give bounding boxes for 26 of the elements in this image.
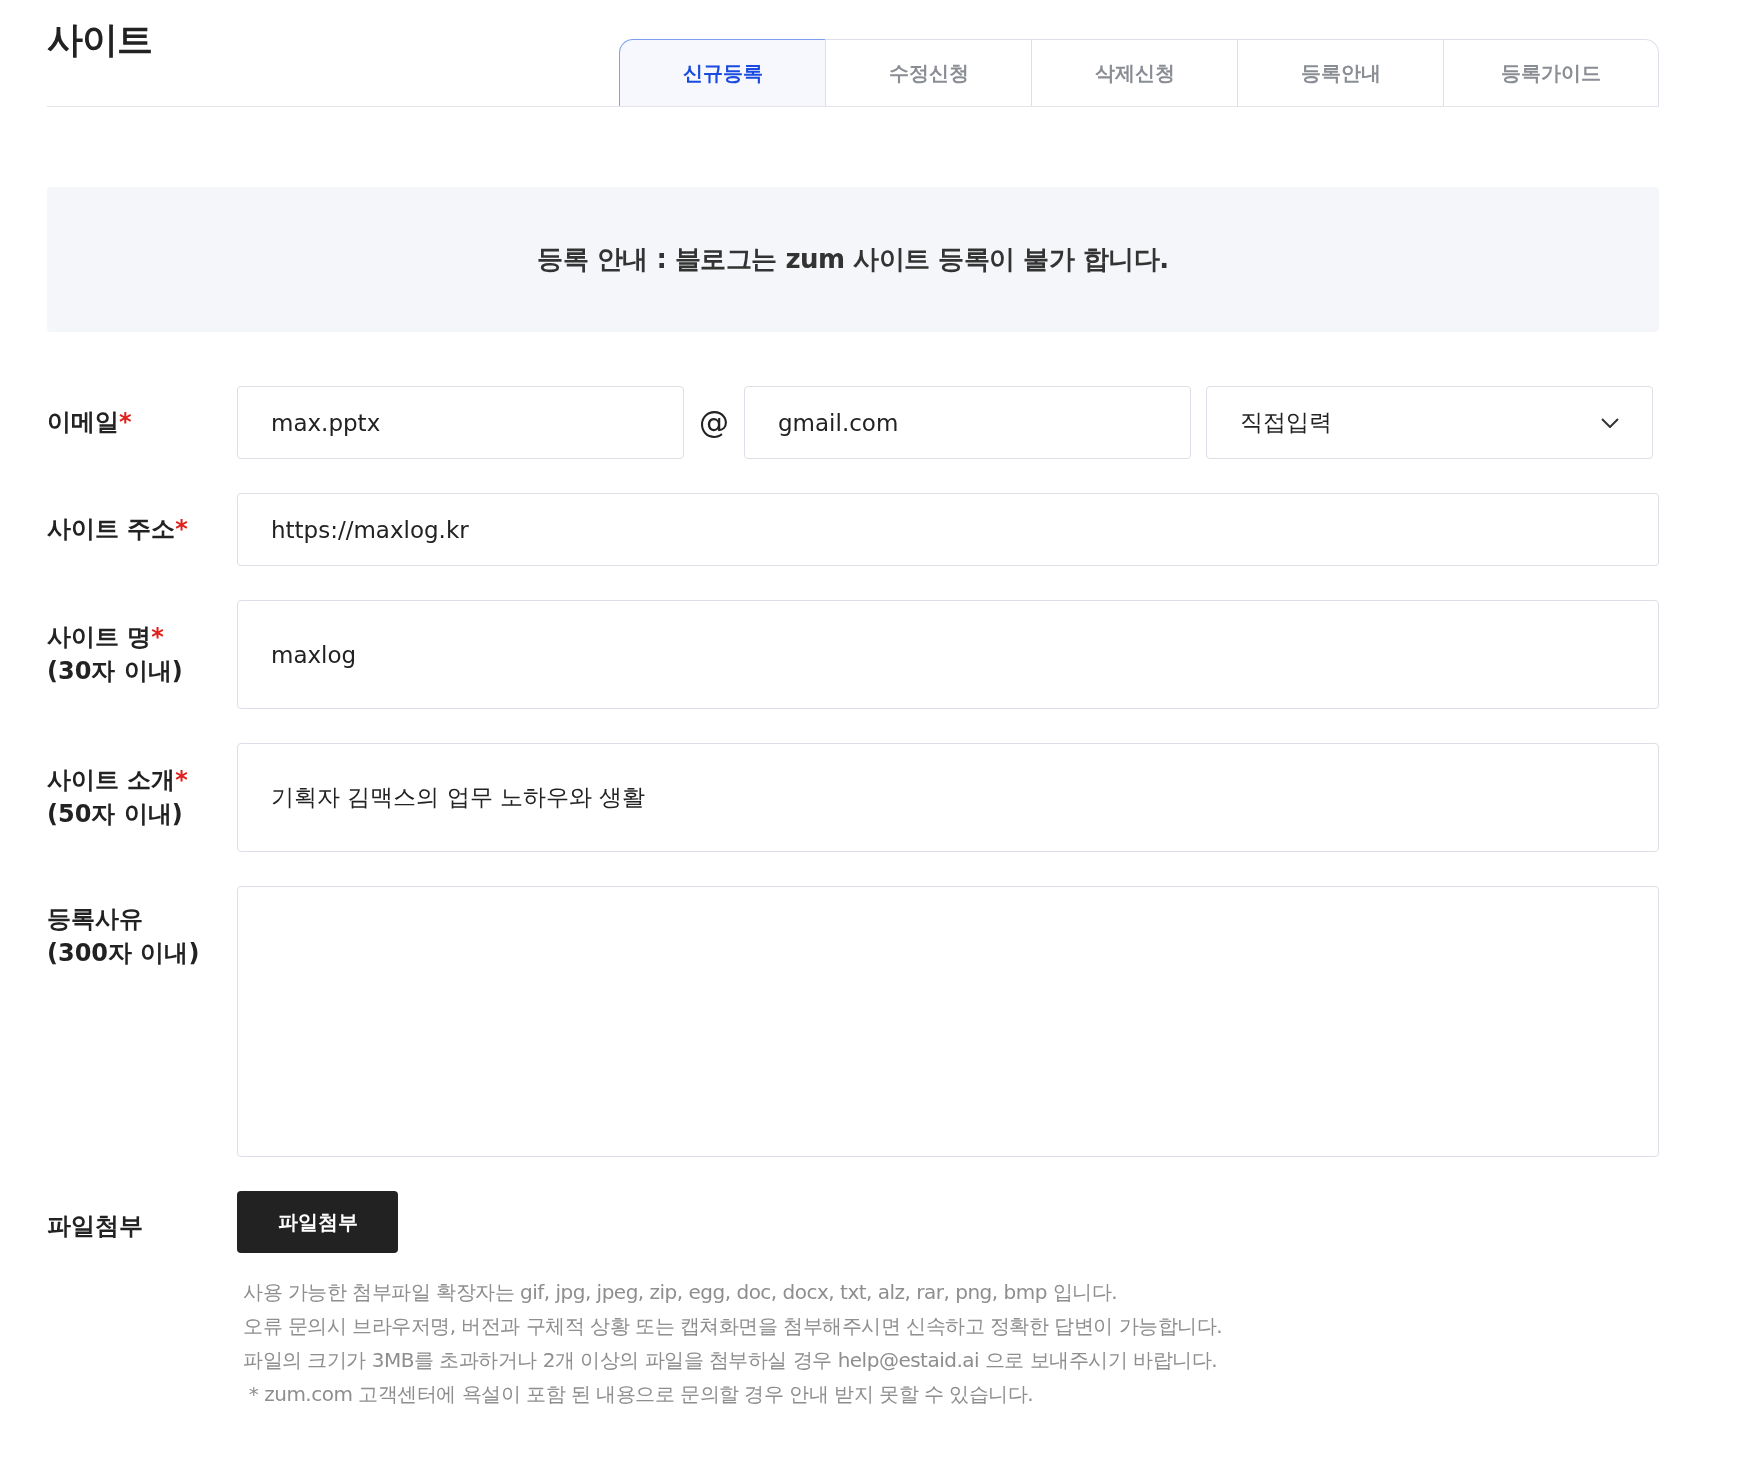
domain-select[interactable]: 직접입력 xyxy=(1206,386,1653,459)
field-label: 파일첨부 xyxy=(47,1211,144,1242)
text-field[interactable]: https://maxlog.kr xyxy=(237,493,1659,566)
character-limit: (50자 이내) xyxy=(47,799,184,830)
help-text: 오류 문의시 브라우저명, 버전과 구체적 상황 또는 캡쳐화면을 첨부해주시면 신속하고 정확한 답변이 가능합니다. xyxy=(243,1313,1222,1340)
character-limit: (300자 이내) xyxy=(47,938,201,969)
field-label: 이메일* xyxy=(47,407,133,438)
help-text: 사용 가능한 첨부파일 확장자는 gif, jpg, jpeg, zip, egg, doc, docx, txt, alz, rar, png, bmp 입니다. xyxy=(243,1279,1119,1306)
field-label: 등록사유 xyxy=(47,904,144,935)
at-sign: @ xyxy=(698,404,730,442)
field-label: 사이트 주소* xyxy=(47,514,189,545)
character-limit: (30자 이내) xyxy=(47,656,184,687)
help-text: 파일의 크기가 3MB를 초과하거나 2개 이상의 파일을 첨부하실 경우 help@estaid.ai 으로 보내주시기 바랍니다. xyxy=(243,1347,1219,1374)
text-area[interactable] xyxy=(237,886,1659,1157)
help-text: * zum.com 고객센터에 욕설이 포함 된 내용으로 문의할 경우 안내 받지 못할 수 있습니다. xyxy=(247,1381,1035,1408)
page-title: 사이트 xyxy=(47,18,152,62)
text-field[interactable]: maxlog xyxy=(237,600,1659,709)
field-label: 사이트 소개* xyxy=(47,765,189,796)
notice-banner: 등록 안내 : 블로그는 zum 사이트 등록이 불가 합니다. xyxy=(47,187,1659,332)
text-field[interactable]: 기획자 김맥스의 업무 노하우와 생활 xyxy=(237,743,1659,852)
email-domain-field[interactable]: gmail.com xyxy=(744,386,1191,459)
file-attach-button[interactable]: 파일첨부 xyxy=(237,1191,398,1253)
email-local-field[interactable]: max.pptx xyxy=(237,386,684,459)
field-label: 사이트 명* xyxy=(47,622,165,653)
chevron-down-icon xyxy=(1601,417,1619,428)
tab[interactable]: 신규등록 xyxy=(619,39,826,106)
